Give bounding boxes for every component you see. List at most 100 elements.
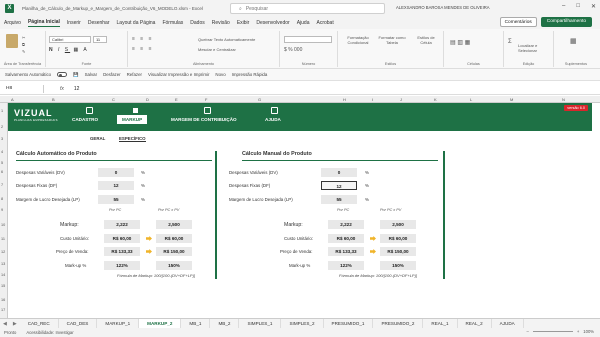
auto-lp-input[interactable]: 55 [98, 195, 134, 204]
sheet-tab[interactable]: CAD_REC [20, 318, 59, 329]
col-header[interactable]: I [372, 96, 373, 103]
sheet-tab[interactable]: REAL_2 [458, 318, 492, 329]
row-header[interactable]: 15 [1, 284, 5, 288]
accessibility-status[interactable]: Acessibilidade: Investigar [26, 330, 73, 335]
sheet-tab[interactable]: PRESUMIDO_1 [324, 318, 374, 329]
format-table-button[interactable]: Formatar como Tabela [378, 35, 406, 45]
fx-icon[interactable]: fx [60, 86, 64, 92]
row-header[interactable]: 5 [1, 161, 3, 165]
auto-cost-pcpv[interactable]: R$ 60,00 [156, 234, 192, 243]
format-painter-icon[interactable]: ✎ [22, 49, 25, 54]
manual-lp-input[interactable]: 55 [321, 195, 357, 204]
autosum-icon[interactable]: Σ [508, 39, 512, 45]
col-header[interactable]: F [205, 96, 207, 103]
tab-desenhar[interactable]: Desenhar [88, 20, 110, 26]
copy-icon[interactable]: ⧉ [22, 42, 25, 47]
col-header[interactable]: A [11, 96, 14, 103]
col-header[interactable]: N [562, 96, 565, 103]
row-header[interactable]: 8 [1, 197, 3, 201]
nav-ajuda[interactable]: AJUDA [265, 117, 281, 122]
sheet-tab[interactable]: CAD_DES [59, 318, 98, 329]
tab-layout[interactable]: Layout da Página [117, 20, 156, 26]
subtab-geral[interactable]: GERAL [90, 136, 105, 141]
sheet-tab-active[interactable]: MARKUP_2 [139, 318, 182, 329]
tab-acrobat[interactable]: Acrobat [316, 20, 333, 26]
row-header[interactable]: 4 [1, 150, 3, 154]
row-header[interactable]: 12 [1, 250, 5, 254]
number-format-select[interactable] [284, 36, 332, 43]
user-name[interactable]: ALEXSANDRO BAROSA MENDES DE OLIVEIRA [396, 5, 490, 10]
zoom-level[interactable]: 100% [583, 329, 594, 334]
next-sheet-icon[interactable]: ▶ [13, 321, 17, 327]
tab-ajuda[interactable]: Ajuda [297, 20, 310, 26]
cell-styles-button[interactable]: Estilos de Célula [412, 35, 440, 45]
formula-input[interactable]: 12 [74, 86, 80, 92]
col-header[interactable]: D [146, 96, 149, 103]
row-header[interactable]: 10 [1, 223, 5, 227]
tab-dados[interactable]: Dados [190, 20, 204, 26]
tab-formulas[interactable]: Fórmulas [162, 20, 183, 26]
auto-dv-input[interactable]: 0 [98, 168, 134, 177]
zoom-out-icon[interactable]: – [526, 329, 528, 334]
row-header[interactable]: 7 [1, 183, 3, 187]
col-header[interactable]: G [258, 96, 261, 103]
manual-cost-pcpv[interactable]: R$ 60,00 [380, 234, 416, 243]
manual-df-input[interactable]: 12 [321, 181, 357, 190]
row-header[interactable]: 14 [1, 273, 5, 277]
col-header[interactable]: L [470, 96, 472, 103]
row-header[interactable]: 9 [1, 208, 3, 212]
search-input[interactable]: ⌕ Pesquisar [230, 3, 385, 14]
excel-icon[interactable]: X [5, 4, 14, 13]
col-header[interactable]: M [510, 96, 513, 103]
maximize-icon[interactable]: □ [576, 3, 580, 10]
row-header[interactable]: 6 [1, 170, 3, 174]
tab-pagina-inicial[interactable]: Página Inicial [27, 19, 60, 27]
sheet-tab[interactable]: PRESUMIDO_2 [373, 318, 424, 329]
sheet-tab[interactable]: MARKUP_1 [97, 318, 140, 329]
sheet-tab[interactable]: MB_1 [181, 318, 211, 329]
row-header[interactable]: 17 [1, 308, 5, 312]
share-button[interactable]: Compartilhamento [540, 17, 592, 27]
nav-markup[interactable]: MARKUP [117, 115, 148, 124]
save-button[interactable]: Salvar [85, 72, 97, 77]
auto-df-input[interactable]: 12 [98, 181, 134, 190]
redo-button[interactable]: Refazer [127, 72, 142, 77]
print-preview-button[interactable]: Visualizar Impressão e Imprimir [148, 72, 209, 77]
cut-icon[interactable]: ✂ [22, 35, 25, 40]
insert-cells-icon[interactable]: ▤ ▥ ▦ [450, 39, 470, 46]
tab-inserir[interactable]: Inserir [67, 20, 81, 26]
format-buttons[interactable]: N I S ▦ A [49, 47, 89, 53]
tab-revisao[interactable]: Revisão [212, 20, 230, 26]
auto-cost-pc[interactable]: R$ 60,00 [104, 234, 140, 243]
tab-exibir[interactable]: Exibir [237, 20, 250, 26]
manual-price-pcpv[interactable]: R$ 150,00 [380, 247, 416, 256]
manual-cost-pc[interactable]: R$ 60,00 [328, 234, 364, 243]
merge-center-button[interactable]: Mesclar e Centralizar [198, 47, 236, 52]
addins-icon[interactable]: ▦ [570, 37, 577, 45]
sheet-tab[interactable]: MB_2 [210, 318, 240, 329]
conditional-format-button[interactable]: Formatação Condicional [344, 35, 372, 45]
quick-print-button[interactable]: Impressão Rápida [232, 72, 268, 77]
col-header[interactable]: H [343, 96, 346, 103]
font-name-select[interactable]: Calibri [49, 36, 91, 43]
autosave-toggle[interactable] [57, 72, 68, 77]
col-header[interactable]: E [175, 96, 178, 103]
save-icon[interactable]: 💾 [73, 72, 78, 78]
sheet-tab[interactable]: AJUDA [492, 318, 524, 329]
row-header[interactable]: 13 [1, 262, 5, 266]
manual-dv-input[interactable]: 0 [321, 168, 357, 177]
paste-icon[interactable] [6, 34, 18, 48]
wrap-text-button[interactable]: Quebrar Texto Automaticamente [198, 37, 255, 42]
subtab-especifico[interactable]: ESPECÍFICO [119, 136, 146, 142]
nav-cadastro[interactable]: CADASTRO [72, 117, 98, 122]
sheet-tab[interactable]: SIMPLES_1 [239, 318, 282, 329]
font-size-select[interactable]: 11 [93, 36, 107, 43]
align-left-icon[interactable]: ≡ ≡ ≡ [132, 46, 154, 52]
manual-price-pc[interactable]: R$ 133,33 [328, 247, 364, 256]
tab-arquivo[interactable]: Arquivo [4, 20, 21, 26]
name-box[interactable]: H8 [2, 85, 44, 93]
zoom-in-icon[interactable]: + [577, 329, 579, 334]
row-header[interactable]: 1 [1, 109, 3, 113]
prev-sheet-icon[interactable]: ◀ [3, 321, 7, 327]
undo-button[interactable]: Desfazer [103, 72, 121, 77]
